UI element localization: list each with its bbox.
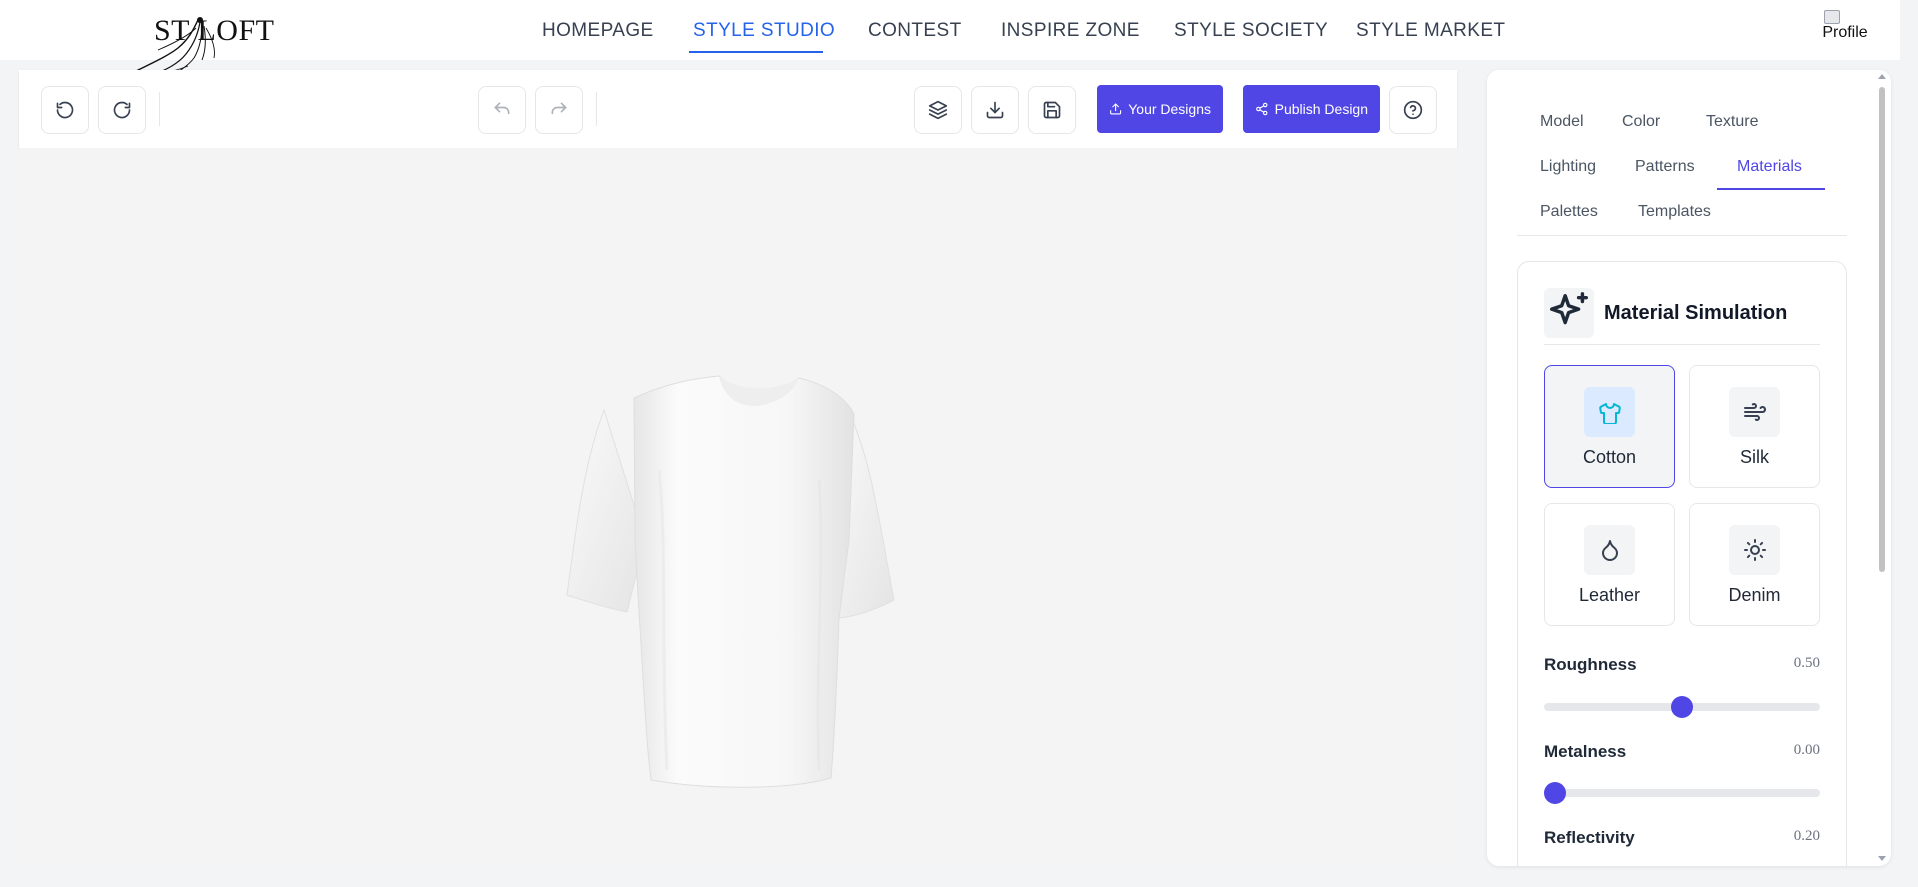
share-icon bbox=[1256, 102, 1268, 116]
design-workspace: Your Designs Publish Design bbox=[19, 70, 1457, 866]
your-designs-button[interactable]: Your Designs bbox=[1097, 85, 1223, 133]
material-label: Leather bbox=[1578, 585, 1641, 605]
tab-texture[interactable]: Texture bbox=[1706, 113, 1758, 131]
your-designs-label: Your Designs bbox=[1128, 101, 1211, 117]
nav-active-indicator bbox=[689, 51, 823, 53]
scroll-down-arrow-icon[interactable] bbox=[1878, 856, 1886, 861]
main-nav: HOMEPAGE STYLE STUDIO CONTEST INSPIRE ZO… bbox=[0, 0, 1900, 60]
customization-panel: Model Color Texture Lighting Patterns Ma… bbox=[1487, 70, 1891, 866]
nav-contest[interactable]: CONTEST bbox=[868, 20, 962, 42]
profile-alt-text: Profile bbox=[1822, 24, 1868, 41]
nav-style-market[interactable]: STYLE MARKET bbox=[1356, 20, 1505, 42]
layers-button[interactable] bbox=[914, 86, 962, 134]
tab-materials[interactable]: Materials bbox=[1737, 158, 1802, 176]
tshirt-model[interactable] bbox=[549, 350, 949, 790]
save-icon bbox=[1043, 101, 1061, 119]
roughness-label: Roughness bbox=[1544, 655, 1637, 674]
rotate-left-icon bbox=[56, 101, 74, 119]
wind-icon bbox=[1729, 387, 1780, 437]
download-button[interactable] bbox=[971, 86, 1019, 134]
help-icon bbox=[1403, 100, 1423, 120]
slider-thumb[interactable] bbox=[1671, 696, 1693, 718]
panel-scrollbar[interactable] bbox=[1875, 70, 1889, 866]
section-title: Material Simulation bbox=[1604, 302, 1788, 324]
nav-inspire-zone[interactable]: INSPIRE ZONE bbox=[1001, 20, 1140, 42]
metalness-label: Metalness bbox=[1544, 742, 1627, 761]
metalness-slider[interactable] bbox=[1544, 782, 1820, 804]
material-label: Silk bbox=[1739, 447, 1769, 467]
material-label: Denim bbox=[1728, 585, 1781, 605]
slider-thumb[interactable] bbox=[1544, 782, 1566, 804]
material-simulation-card: Material Simulation Cotton Silk Leather … bbox=[1517, 261, 1847, 866]
material-option-silk[interactable]: Silk bbox=[1689, 365, 1820, 488]
roughness-value: 0.50 bbox=[1793, 655, 1820, 671]
publish-design-button[interactable]: Publish Design bbox=[1243, 85, 1380, 133]
top-navigation: ST LOFT HOMEPAGE STYLE STUDIO CONTEST IN… bbox=[0, 0, 1900, 79]
droplet-icon bbox=[1584, 525, 1635, 575]
scrollbar-thumb[interactable] bbox=[1879, 87, 1885, 572]
sun-icon bbox=[1729, 525, 1780, 575]
nav-style-society[interactable]: STYLE SOCIETY bbox=[1174, 20, 1328, 42]
sparkles-icon bbox=[1544, 288, 1594, 338]
editor-toolbar: Your Designs Publish Design bbox=[19, 70, 1457, 148]
tabs-divider bbox=[1517, 235, 1847, 236]
undo-icon bbox=[494, 102, 510, 115]
rotate-right-button[interactable] bbox=[98, 86, 146, 134]
toolbar-divider bbox=[596, 92, 597, 126]
tab-lighting[interactable]: Lighting bbox=[1540, 158, 1596, 176]
profile-avatar[interactable]: Profile bbox=[1820, 10, 1870, 50]
nav-homepage[interactable]: HOMEPAGE bbox=[542, 20, 654, 42]
section-divider bbox=[1544, 344, 1820, 345]
help-button[interactable] bbox=[1389, 86, 1437, 134]
toolbar-divider bbox=[159, 92, 160, 126]
material-option-denim[interactable]: Denim bbox=[1689, 503, 1820, 626]
roughness-slider[interactable] bbox=[1544, 696, 1820, 718]
layers-icon bbox=[928, 100, 948, 120]
tab-palettes[interactable]: Palettes bbox=[1540, 203, 1598, 221]
upload-icon bbox=[1110, 103, 1122, 115]
tab-templates[interactable]: Templates bbox=[1638, 203, 1711, 221]
tab-active-indicator bbox=[1717, 188, 1825, 190]
redo-icon bbox=[551, 102, 567, 115]
material-label: Cotton bbox=[1582, 447, 1637, 467]
reflectivity-value: 0.20 bbox=[1793, 828, 1820, 844]
tab-color[interactable]: Color bbox=[1622, 113, 1660, 131]
redo-button[interactable] bbox=[535, 86, 583, 134]
tab-model[interactable]: Model bbox=[1540, 113, 1584, 131]
nav-style-studio[interactable]: STYLE STUDIO bbox=[693, 20, 835, 42]
undo-button[interactable] bbox=[478, 86, 526, 134]
tab-patterns[interactable]: Patterns bbox=[1635, 158, 1695, 176]
broken-image-icon bbox=[1824, 10, 1840, 24]
download-icon bbox=[986, 101, 1004, 119]
publish-design-label: Publish Design bbox=[1274, 101, 1368, 117]
rotate-right-icon bbox=[113, 101, 131, 119]
shirt-icon bbox=[1584, 387, 1635, 437]
scroll-up-arrow-icon[interactable] bbox=[1878, 74, 1886, 79]
metalness-value: 0.00 bbox=[1793, 742, 1820, 758]
material-option-leather[interactable]: Leather bbox=[1544, 503, 1675, 626]
3d-viewport[interactable] bbox=[19, 148, 1457, 866]
save-button[interactable] bbox=[1028, 86, 1076, 134]
material-option-cotton[interactable]: Cotton bbox=[1544, 365, 1675, 488]
rotate-left-button[interactable] bbox=[41, 86, 89, 134]
reflectivity-label: Reflectivity bbox=[1544, 828, 1635, 847]
